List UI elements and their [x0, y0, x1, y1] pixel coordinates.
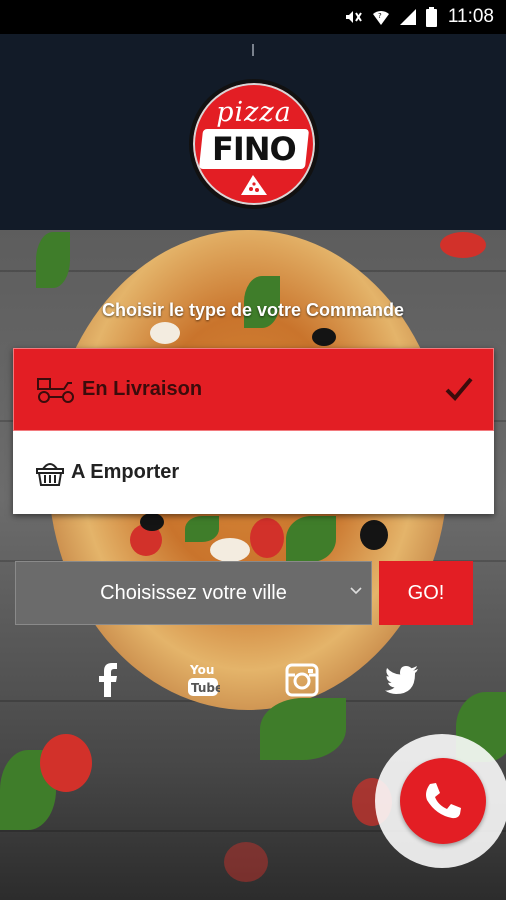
city-select-value: Choisissez votre ville — [100, 581, 287, 604]
option-delivery[interactable]: En Livraison — [13, 348, 494, 431]
basil-leaf — [36, 232, 70, 288]
call-button[interactable] — [400, 758, 486, 844]
checkmark-icon — [445, 377, 473, 401]
option-delivery-label: En Livraison — [82, 378, 203, 400]
go-button[interactable]: GO! — [379, 561, 473, 625]
basil-leaf — [260, 698, 346, 760]
logo-pizza-text: pizza — [216, 97, 292, 128]
olive — [360, 520, 388, 550]
delivery-scooter-icon — [36, 375, 76, 405]
battery-icon — [425, 7, 437, 27]
background-scene: Choisir le type de votre Commande En Liv… — [0, 230, 506, 900]
city-select[interactable]: Choisissez votre ville — [15, 561, 372, 625]
pizza-slice-icon — [241, 175, 267, 195]
olive — [140, 513, 164, 531]
twitter-icon[interactable] — [382, 660, 422, 700]
option-takeaway[interactable]: A Emporter — [13, 431, 494, 514]
order-type-headline: Choisir le type de votre Commande — [101, 300, 405, 320]
svg-text:Tube: Tube — [191, 681, 220, 695]
header-divider — [252, 44, 254, 56]
olive — [312, 328, 336, 346]
status-bar: ? 11:08 — [0, 0, 506, 34]
mozzarella — [150, 322, 180, 344]
mute-icon — [343, 7, 363, 27]
basil-leaf — [286, 516, 336, 562]
clock: 11:08 — [447, 6, 494, 27]
wifi-icon: ? — [372, 7, 390, 27]
logo-fino-text: FINO — [212, 130, 296, 168]
basket-icon — [35, 459, 65, 487]
option-takeaway-label: A Emporter — [71, 461, 180, 483]
logo-fino-plate: FINO — [198, 129, 310, 169]
tomato-slice — [250, 518, 284, 558]
youtube-icon[interactable]: You Tube — [183, 660, 223, 700]
basil-leaf — [185, 516, 219, 542]
svg-text:You: You — [189, 663, 214, 677]
order-type-panel: En Livraison A Emporter — [13, 348, 494, 514]
phone-icon — [426, 783, 461, 819]
instagram-icon[interactable] — [282, 660, 322, 700]
tomato-decor — [440, 232, 486, 258]
pizza-fino-logo: pizza FINO — [189, 79, 319, 209]
cell-signal-icon — [399, 8, 417, 26]
tomato-decor — [40, 734, 92, 792]
tomato-decor — [224, 842, 268, 882]
facebook-icon[interactable] — [88, 660, 128, 700]
svg-text:?: ? — [378, 12, 382, 20]
chevron-down-icon — [350, 587, 362, 595]
mozzarella — [210, 538, 250, 562]
